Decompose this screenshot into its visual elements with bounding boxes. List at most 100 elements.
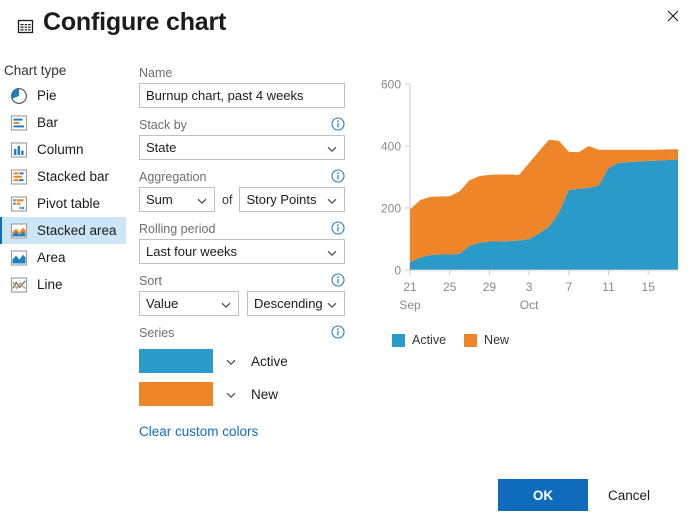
aggregation-function-select[interactable]: Sum <box>139 187 215 212</box>
chart-type-heading: Chart type <box>4 63 67 78</box>
series-name: Active <box>251 353 288 369</box>
chart-type-label: Stacked bar <box>37 169 110 184</box>
sort-by-value: Value <box>146 296 179 311</box>
stacked-area-chart: 0 200 400 600 21 25 29 3 7 11 15 Sep Oct <box>381 78 678 312</box>
svg-text:7: 7 <box>565 280 572 294</box>
stacked-bar-chart-icon <box>10 168 28 186</box>
series-color-swatch-new[interactable] <box>139 382 213 406</box>
aggregation-function-value: Sum <box>146 192 173 207</box>
svg-text:15: 15 <box>642 280 656 294</box>
dialog-header: Configure chart <box>0 0 694 48</box>
stacked-area-chart-icon <box>10 222 28 240</box>
configure-form: Name Stack by State Aggregation <box>139 66 345 441</box>
series-name: New <box>251 386 279 402</box>
legend-label: New <box>484 333 510 347</box>
aggregation-field-value: Story Points <box>246 192 317 207</box>
legend-item-new: New <box>464 333 509 347</box>
field-aggregation: Aggregation Sum of Story Points <box>139 169 345 212</box>
legend-swatch <box>392 333 405 347</box>
series-color-swatch-active[interactable] <box>139 349 213 373</box>
svg-text:11: 11 <box>602 280 615 294</box>
chart-type-label: Pivot table <box>37 196 101 211</box>
rolling-period-select[interactable]: Last four weeks <box>139 239 345 264</box>
chart-type-item-stacked-bar[interactable]: Stacked bar <box>0 163 126 190</box>
dialog-footer: OK Cancel <box>0 466 694 523</box>
series-row: Active <box>139 349 345 373</box>
chevron-down-icon <box>326 298 338 310</box>
bar-chart-icon <box>10 114 28 132</box>
chart-type-item-line[interactable]: Line <box>0 271 126 298</box>
table-grid-icon <box>17 18 34 35</box>
column-chart-icon <box>10 141 28 159</box>
chart-type-list: Pie Bar Column Stacked bar Pivot table S… <box>0 82 126 298</box>
sort-direction-select[interactable]: Descending <box>247 291 345 316</box>
area-chart-icon <box>10 249 28 267</box>
svg-text:0: 0 <box>394 264 401 278</box>
pivot-table-icon <box>10 195 28 213</box>
page-title: Configure chart <box>43 8 227 36</box>
chart-type-label: Area <box>37 250 66 265</box>
aggregation-field-select[interactable]: Story Points <box>239 187 345 212</box>
svg-text:600: 600 <box>381 78 401 92</box>
legend-label: Active <box>412 333 447 347</box>
chart-type-item-stacked-area[interactable]: Stacked area <box>0 217 126 244</box>
cancel-button[interactable]: Cancel <box>608 479 678 511</box>
name-label: Name <box>139 66 173 80</box>
chart-type-item-area[interactable]: Area <box>0 244 126 271</box>
svg-text:3: 3 <box>526 280 533 294</box>
sort-label: Sort <box>139 274 162 288</box>
series-row: New <box>139 382 345 406</box>
sort-direction-value: Descending <box>254 296 323 311</box>
field-series: Series Active New <box>139 325 345 406</box>
chevron-down-icon <box>220 298 232 310</box>
svg-text:Sep: Sep <box>399 298 421 312</box>
chart-name-input[interactable] <box>139 83 345 108</box>
close-button[interactable] <box>656 2 690 30</box>
line-chart-icon <box>10 276 28 294</box>
legend-item-active: Active <box>392 333 446 347</box>
svg-text:25: 25 <box>443 280 457 294</box>
chevron-down-icon <box>326 142 338 154</box>
series-label: Series <box>139 326 175 340</box>
info-icon[interactable] <box>331 273 345 287</box>
field-name: Name <box>139 66 345 108</box>
clear-custom-colors-link[interactable]: Clear custom colors <box>139 424 258 439</box>
info-icon[interactable] <box>331 325 345 339</box>
chart-legend: Active New <box>392 333 527 347</box>
close-icon <box>667 10 679 22</box>
ok-button[interactable]: OK <box>498 479 588 511</box>
chart-preview: 0 200 400 600 21 25 29 3 7 11 15 Sep Oct Active New <box>372 72 682 357</box>
chevron-down-icon[interactable] <box>225 355 237 367</box>
chart-type-item-column[interactable]: Column <box>0 136 126 163</box>
chart-type-label: Stacked area <box>37 223 117 238</box>
aggregation-of-text: of <box>222 192 233 207</box>
stack-by-label: Stack by <box>139 118 187 132</box>
svg-text:29: 29 <box>483 280 497 294</box>
chevron-down-icon <box>326 194 338 206</box>
chevron-down-icon[interactable] <box>225 388 237 400</box>
pie-chart-icon <box>10 87 28 105</box>
field-sort: Sort Value Descending <box>139 273 345 316</box>
chart-type-item-pie[interactable]: Pie <box>0 82 126 109</box>
info-icon[interactable] <box>331 117 345 131</box>
svg-text:21: 21 <box>403 280 417 294</box>
chart-type-label: Column <box>37 142 84 157</box>
stack-by-select[interactable]: State <box>139 135 345 160</box>
svg-text:400: 400 <box>381 140 401 154</box>
rolling-period-label: Rolling period <box>139 222 216 236</box>
svg-text:200: 200 <box>381 202 401 216</box>
chart-type-label: Bar <box>37 115 59 130</box>
field-rolling-period: Rolling period Last four weeks <box>139 221 345 264</box>
info-icon[interactable] <box>331 221 345 235</box>
chart-type-item-bar[interactable]: Bar <box>0 109 126 136</box>
chart-type-label: Line <box>37 277 63 292</box>
chevron-down-icon <box>326 246 338 258</box>
chart-type-item-pivot-table[interactable]: Pivot table <box>0 190 126 217</box>
svg-text:Oct: Oct <box>520 298 539 312</box>
rolling-period-value: Last four weeks <box>146 244 238 259</box>
stack-by-value: State <box>146 140 177 155</box>
field-stack-by: Stack by State <box>139 117 345 160</box>
info-icon[interactable] <box>331 169 345 183</box>
sort-by-select[interactable]: Value <box>139 291 239 316</box>
chart-type-label: Pie <box>37 88 57 103</box>
